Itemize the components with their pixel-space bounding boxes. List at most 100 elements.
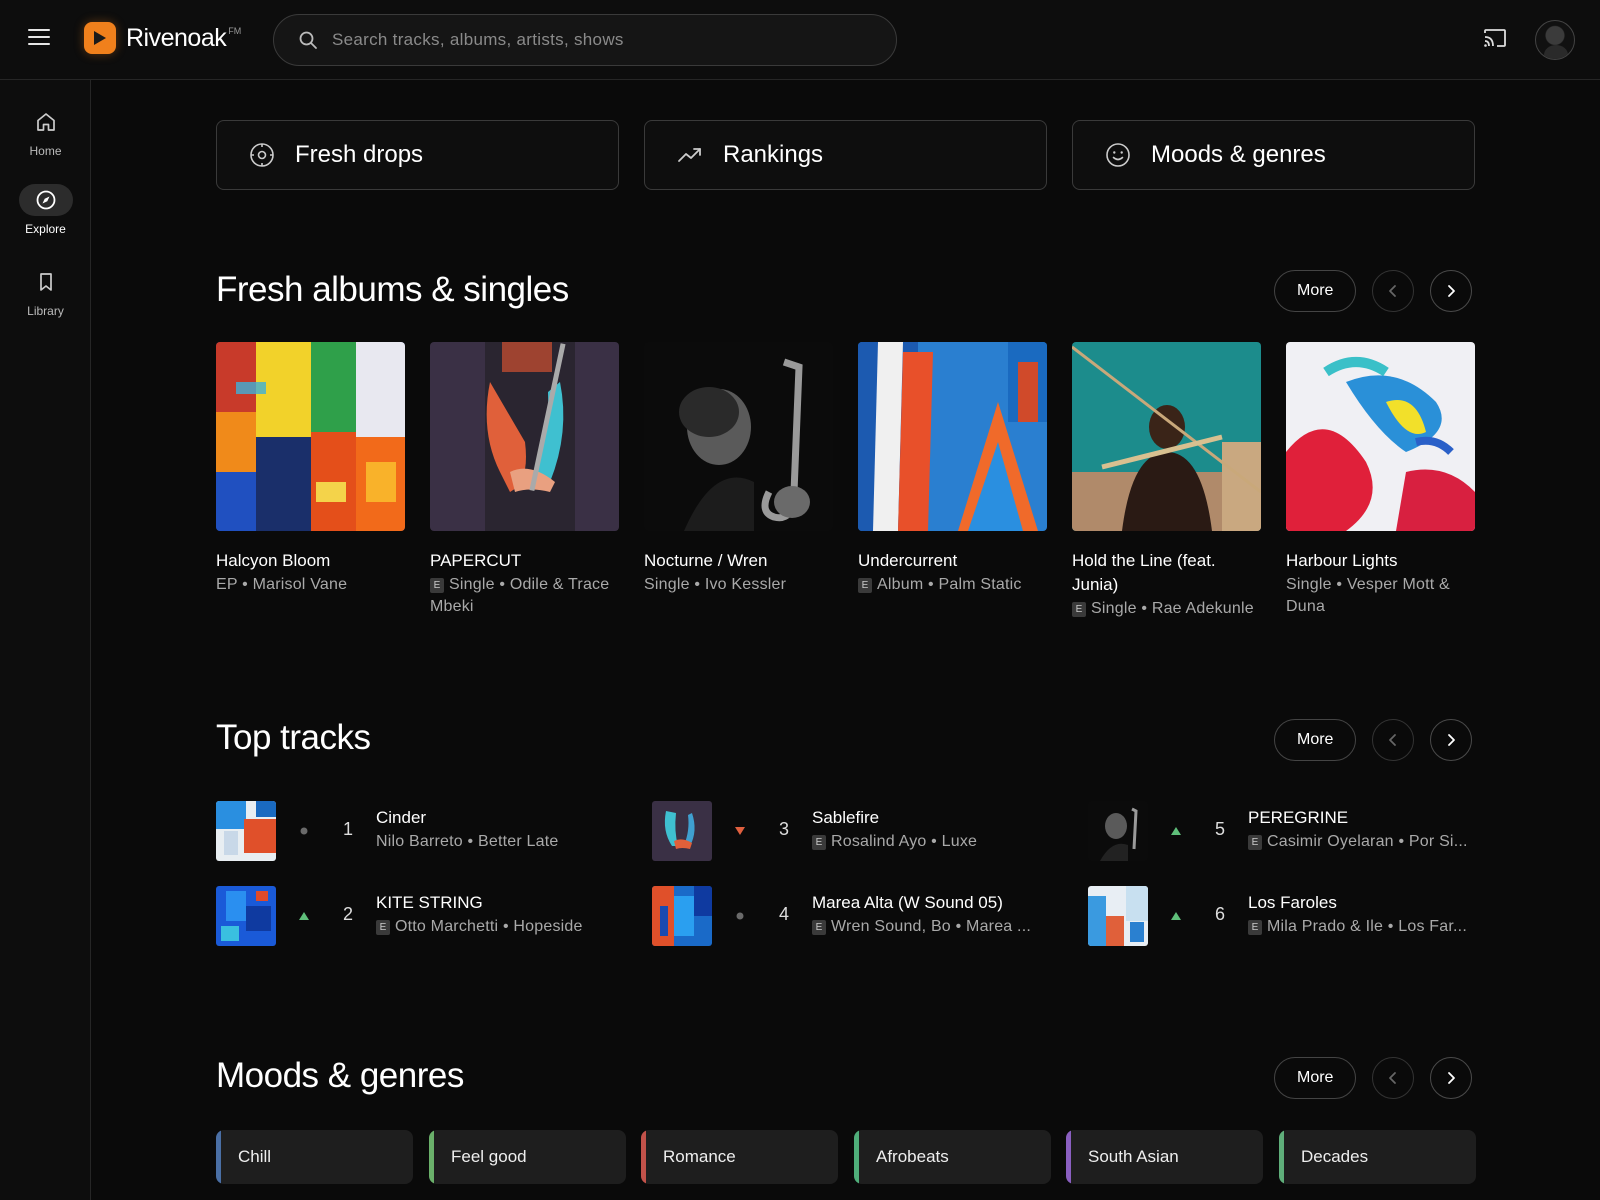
track-thumbnail — [652, 801, 712, 861]
album-card[interactable]: Undercurrent E Album • Palm Static — [858, 342, 1047, 596]
album-title: PAPERCUT — [430, 551, 522, 570]
mood-label: Afrobeats — [876, 1147, 949, 1166]
track-thumbnail — [1088, 886, 1148, 946]
track-subtitle: E Rosalind Ayo • Luxe — [812, 833, 977, 851]
chevron-left-icon — [1389, 1072, 1397, 1084]
logo[interactable]: Rivenoak FM — [84, 22, 241, 54]
more-button[interactable]: More — [1274, 1057, 1357, 1099]
quick-link-moods-genres[interactable]: Moods & genres — [1072, 120, 1475, 190]
mood-chip-decades[interactable]: Decades — [1279, 1130, 1476, 1184]
track-subtitle: E Wren Sound, Bo • Marea ... — [812, 918, 1031, 936]
album-subtitle: Single • Vesper Mott & Duna — [1286, 576, 1450, 615]
track-subtitle: E Casimir Oyelaran • Por Si... — [1248, 833, 1468, 851]
album-subtitle: E Album • Palm Static — [858, 574, 1047, 596]
track-title: Los Faroles — [1248, 893, 1337, 912]
more-button[interactable]: More — [1274, 270, 1357, 312]
album-card[interactable]: Harbour Lights Single • Vesper Mott & Du… — [1286, 342, 1475, 618]
trend-up-icon — [1168, 908, 1184, 924]
mood-label: Romance — [663, 1147, 736, 1166]
track-row[interactable]: 6 Los Faroles E Mila Prado & Ile • Los Fa… — [1088, 886, 1508, 946]
track-subtitle: E Otto Marchetti • Hopeside — [376, 918, 583, 936]
more-button[interactable]: More — [1274, 719, 1357, 761]
quick-link-rankings[interactable]: Rankings — [644, 120, 1047, 190]
album-card[interactable]: Nocturne / Wren Single • Ivo Kessler — [644, 342, 833, 596]
sidebar-item-home[interactable]: Home — [0, 106, 91, 158]
track-row[interactable]: 3 Sablefire E Rosalind Ayo • Luxe — [652, 801, 1072, 861]
album-title: Hold the Line (feat. Junia) — [1072, 551, 1216, 594]
trend-neutral-icon — [296, 823, 312, 839]
track-row[interactable]: 2 KITE STRING E Otto Marchetti • Hopeside — [216, 886, 636, 946]
sidebar: Home Explore Library — [0, 80, 91, 1200]
menu-icon[interactable] — [28, 29, 50, 47]
track-row[interactable]: 4 Marea Alta (W Sound 05) E Wren Sound, B… — [652, 886, 1072, 946]
quick-link-fresh-drops[interactable]: Fresh drops — [216, 120, 619, 190]
play-logo-icon — [84, 22, 116, 54]
track-title: Marea Alta (W Sound 05) — [812, 893, 1003, 912]
quick-link-label: Moods & genres — [1151, 141, 1326, 168]
album-card[interactable]: Hold the Line (feat. Junia) E Single • Ra… — [1072, 342, 1261, 620]
album-subtitle: Single • Ivo Kessler — [644, 576, 787, 593]
explicit-badge: E — [812, 835, 826, 850]
album-cover — [216, 342, 405, 531]
track-title: Sablefire — [812, 808, 880, 827]
album-title: Nocturne / Wren — [644, 551, 768, 570]
search-bar[interactable] — [273, 14, 897, 66]
smiley-icon — [1106, 143, 1130, 167]
album-cover — [1286, 342, 1475, 531]
track-rank: 2 — [342, 904, 353, 924]
top-bar: Rivenoak FM — [0, 0, 1600, 80]
album-card[interactable]: Halcyon Bloom EP • Marisol Vane — [216, 342, 405, 596]
mood-chip-chill[interactable]: Chill — [216, 1130, 413, 1184]
track-rank: 5 — [1214, 819, 1225, 839]
mood-chip-south-asian[interactable]: South Asian — [1066, 1130, 1263, 1184]
next-button[interactable] — [1430, 1057, 1473, 1099]
explicit-badge: E — [430, 578, 444, 593]
explicit-badge: E — [858, 578, 872, 593]
sidebar-item-explore[interactable]: Explore — [0, 184, 91, 236]
trend-neutral-icon — [732, 908, 748, 924]
quick-link-label: Fresh drops — [295, 141, 424, 168]
next-button[interactable] — [1430, 270, 1473, 312]
mood-chip-afrobeats[interactable]: Afrobeats — [854, 1130, 1051, 1184]
mood-color-bar — [216, 1130, 221, 1184]
explicit-badge: E — [1248, 835, 1262, 850]
cast-icon[interactable] — [1483, 28, 1507, 55]
sidebar-item-library[interactable]: Library — [0, 266, 91, 318]
album-title: Halcyon Bloom — [216, 551, 331, 570]
chevron-right-icon — [1448, 1072, 1456, 1084]
prev-button[interactable] — [1372, 270, 1415, 312]
mood-label: South Asian — [1088, 1147, 1179, 1166]
mood-label: Decades — [1301, 1147, 1369, 1166]
search-icon — [299, 31, 317, 49]
mood-chip-feel-good[interactable]: Feel good — [429, 1130, 626, 1184]
chevron-right-icon — [1448, 734, 1456, 746]
carousel-controls: More — [1274, 1057, 1473, 1099]
quick-link-label: Rankings — [723, 141, 824, 168]
album-card[interactable]: PAPERCUT E Single • Odile & Trace Mbeki — [430, 342, 619, 618]
section-title-moods-genres: Moods & genres — [216, 1056, 464, 1095]
trending-up-icon — [678, 148, 701, 162]
album-subtitle: E Single • Rae Adekunle — [1072, 598, 1261, 620]
track-rank: 4 — [778, 904, 789, 924]
prev-button[interactable] — [1372, 719, 1415, 761]
search-input[interactable] — [332, 30, 832, 50]
track-thumbnail — [216, 886, 276, 946]
mood-label: Feel good — [451, 1147, 527, 1166]
album-subtitle: E Single • Odile & Trace Mbeki — [430, 576, 610, 615]
track-row[interactable]: 5 PEREGRINE E Casimir Oyelaran • Por Si..… — [1088, 801, 1508, 861]
album-cover — [858, 342, 1047, 531]
sidebar-item-label: Explore — [25, 222, 66, 236]
bookmark-icon — [19, 266, 73, 298]
trend-up-icon — [1168, 823, 1184, 839]
mood-color-bar — [1066, 1130, 1071, 1184]
mood-color-bar — [1279, 1130, 1284, 1184]
next-button[interactable] — [1430, 719, 1473, 761]
track-rank: 3 — [778, 819, 789, 839]
album-cover — [430, 342, 619, 531]
mood-chip-romance[interactable]: Romance — [641, 1130, 838, 1184]
prev-button[interactable] — [1372, 1057, 1415, 1099]
avatar[interactable] — [1535, 20, 1575, 60]
track-title: Cinder — [376, 808, 427, 827]
mood-color-bar — [854, 1130, 859, 1184]
track-row[interactable]: 1 Cinder Nilo Barreto • Better Late — [216, 801, 636, 861]
